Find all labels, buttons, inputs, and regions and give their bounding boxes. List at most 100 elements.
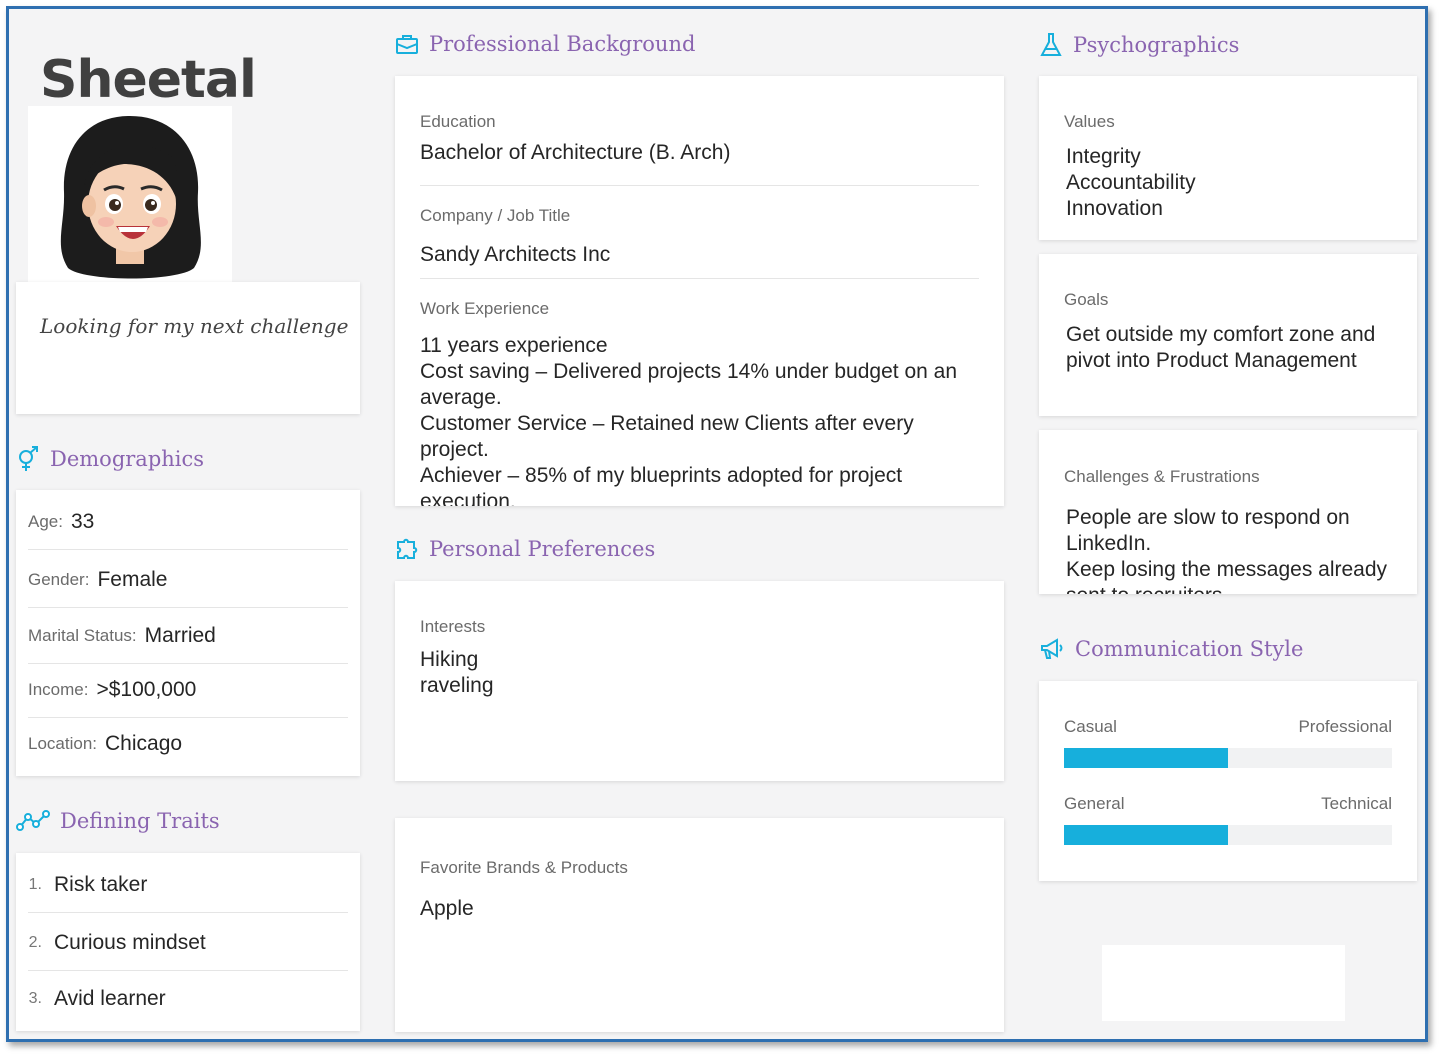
slider-general-technical-labels: General Technical <box>1064 794 1392 814</box>
blank-placeholder <box>1102 945 1345 1021</box>
location-value: Chicago <box>105 732 183 755</box>
goals-card: Goals Get outside my comfort zone and pi… <box>1039 254 1417 416</box>
values-field: Values Integrity Accountability Innovati… <box>1064 112 1392 222</box>
challenges-field: Challenges & Frustrations People are slo… <box>1064 467 1392 594</box>
slider-fill <box>1064 825 1228 845</box>
age-label: Age: <box>28 511 63 531</box>
professional-card: Education Bachelor of Architecture (B. A… <box>395 76 1004 506</box>
interest-item: Hiking <box>420 648 479 671</box>
slider-casual-professional <box>1064 748 1392 768</box>
challenge-line: People are slow to respond on <box>1066 506 1350 529</box>
professional-heading: Professional Background <box>395 32 695 56</box>
brands-field: Favorite Brands & Products Apple <box>420 858 979 922</box>
slider-fill <box>1064 748 1228 768</box>
education-label: Education <box>420 112 496 131</box>
experience-line: Achiever – 85% of my blueprints adopted … <box>420 464 903 487</box>
goals-field: Goals Get outside my comfort zone and pi… <box>1064 290 1392 374</box>
values-card: Values Integrity Accountability Innovati… <box>1039 76 1417 240</box>
experience-label: Work Experience <box>420 299 550 318</box>
experience-line: Customer Service – Retained new Clients … <box>420 412 914 435</box>
traits-title: Defining Traits <box>60 809 220 833</box>
interests-list: Hiking raveling <box>420 647 979 699</box>
trait-text: Avid learner <box>54 987 166 1010</box>
location-label: Location: <box>28 734 97 753</box>
slider-left-label: Casual <box>1064 717 1117 736</box>
trend-line-icon <box>16 810 50 831</box>
communication-card: Casual Professional General Technical <box>1039 681 1417 881</box>
goals-label: Goals <box>1064 290 1109 309</box>
psychographics-heading: Psychographics <box>1039 32 1239 58</box>
company-value: Sandy Architects Inc <box>420 243 611 266</box>
goals-list: Get outside my comfort zone and pivot in… <box>1066 322 1392 374</box>
preferences-title: Personal Preferences <box>429 537 656 561</box>
brands-card: Favorite Brands & Products Apple <box>395 818 1004 1032</box>
megaphone-icon <box>1041 638 1063 659</box>
value-item: Innovation <box>1066 197 1163 220</box>
list-item: 2. Curious mindset <box>28 915 348 971</box>
demographics-row-marital: Marital Status: Married <box>28 608 348 664</box>
gender-value: Female <box>97 567 168 591</box>
company-label: Company / Job Title <box>420 206 571 225</box>
challenges-card: Challenges & Frustrations People are slo… <box>1039 430 1417 594</box>
slider-general-technical <box>1064 825 1392 845</box>
gender-icon <box>19 446 38 471</box>
trait-number: 1. <box>28 875 42 893</box>
persona-name: Sheetal <box>40 50 257 110</box>
experience-line: project. <box>420 438 489 461</box>
demographics-heading: Demographics <box>16 446 204 472</box>
list-item: 1. Risk taker <box>28 857 348 913</box>
challenges-label: Challenges & Frustrations <box>1064 467 1260 486</box>
demographics-row-location: Location: Chicago <box>28 716 348 772</box>
experience-field: Work Experience 11 years experience Cost… <box>420 299 979 506</box>
income-label: Income: <box>28 679 89 699</box>
brands-value: Apple <box>420 897 474 920</box>
flask-icon <box>1040 33 1062 56</box>
trait-number: 3. <box>28 990 42 1007</box>
avatar <box>28 106 232 282</box>
trait-text: Curious mindset <box>54 930 206 954</box>
goal-line: pivot into Product Management <box>1066 349 1357 372</box>
slider-right-label: Professional <box>1298 717 1392 736</box>
interests-card: Interests Hiking raveling <box>395 581 1004 781</box>
challenge-line: Keep losing the messages already <box>1066 558 1388 581</box>
demographics-title: Demographics <box>50 447 205 471</box>
traits-heading: Defining Traits <box>16 809 220 833</box>
goal-line: Get outside my comfort zone and <box>1066 323 1376 346</box>
income-value: >$100,000 <box>96 677 197 701</box>
challenges-list: People are slow to respond on LinkedIn. … <box>1066 505 1392 594</box>
interest-item: raveling <box>420 674 494 697</box>
values-list: Integrity Accountability Innovation <box>1066 144 1392 222</box>
tagline: Looking for my next challenge <box>40 314 349 338</box>
communication-title: Communication Style <box>1075 637 1304 661</box>
interests-label: Interests <box>420 617 486 636</box>
marital-value: Married <box>144 623 216 647</box>
age-value: 33 <box>70 509 95 533</box>
education-field: Education Bachelor of Architecture (B. A… <box>420 112 979 186</box>
list-item: 3. Avid learner <box>28 971 348 1027</box>
value-item: Accountability <box>1066 171 1196 194</box>
demographics-row-age: Age: 33 <box>28 494 348 550</box>
demographics-row-gender: Gender: Female <box>28 552 348 608</box>
values-label: Values <box>1064 112 1115 131</box>
tagline-card: Looking for my next challenge <box>16 282 360 414</box>
company-field: Company / Job Title Sandy Architects Inc <box>420 206 979 279</box>
communication-heading: Communication Style <box>1039 637 1303 661</box>
psychographics-title: Psychographics <box>1073 33 1240 57</box>
preferences-heading: Personal Preferences <box>395 537 655 561</box>
brands-label: Favorite Brands & Products <box>420 858 628 877</box>
marital-label: Marital Status: <box>28 625 137 645</box>
experience-line: average. <box>420 386 502 409</box>
slider-right-label: Technical <box>1321 794 1392 813</box>
trait-number: 2. <box>28 933 42 951</box>
professional-title: Professional Background <box>429 32 696 56</box>
demographics-card: Age: 33 Gender: Female Marital Status: M… <box>16 490 360 776</box>
experience-line: execution. <box>420 490 516 506</box>
value-item: Integrity <box>1066 145 1141 168</box>
gender-label: Gender: <box>28 569 90 589</box>
briefcase-icon <box>396 35 418 54</box>
education-value: Bachelor of Architecture (B. Arch) <box>420 141 731 164</box>
challenge-line: sent to recruiters. <box>1066 583 1392 594</box>
trait-text: Risk taker <box>54 872 148 896</box>
slider-left-label: General <box>1064 794 1125 813</box>
traits-card: 1. Risk taker 2. Curious mindset 3. Avid… <box>16 853 360 1031</box>
